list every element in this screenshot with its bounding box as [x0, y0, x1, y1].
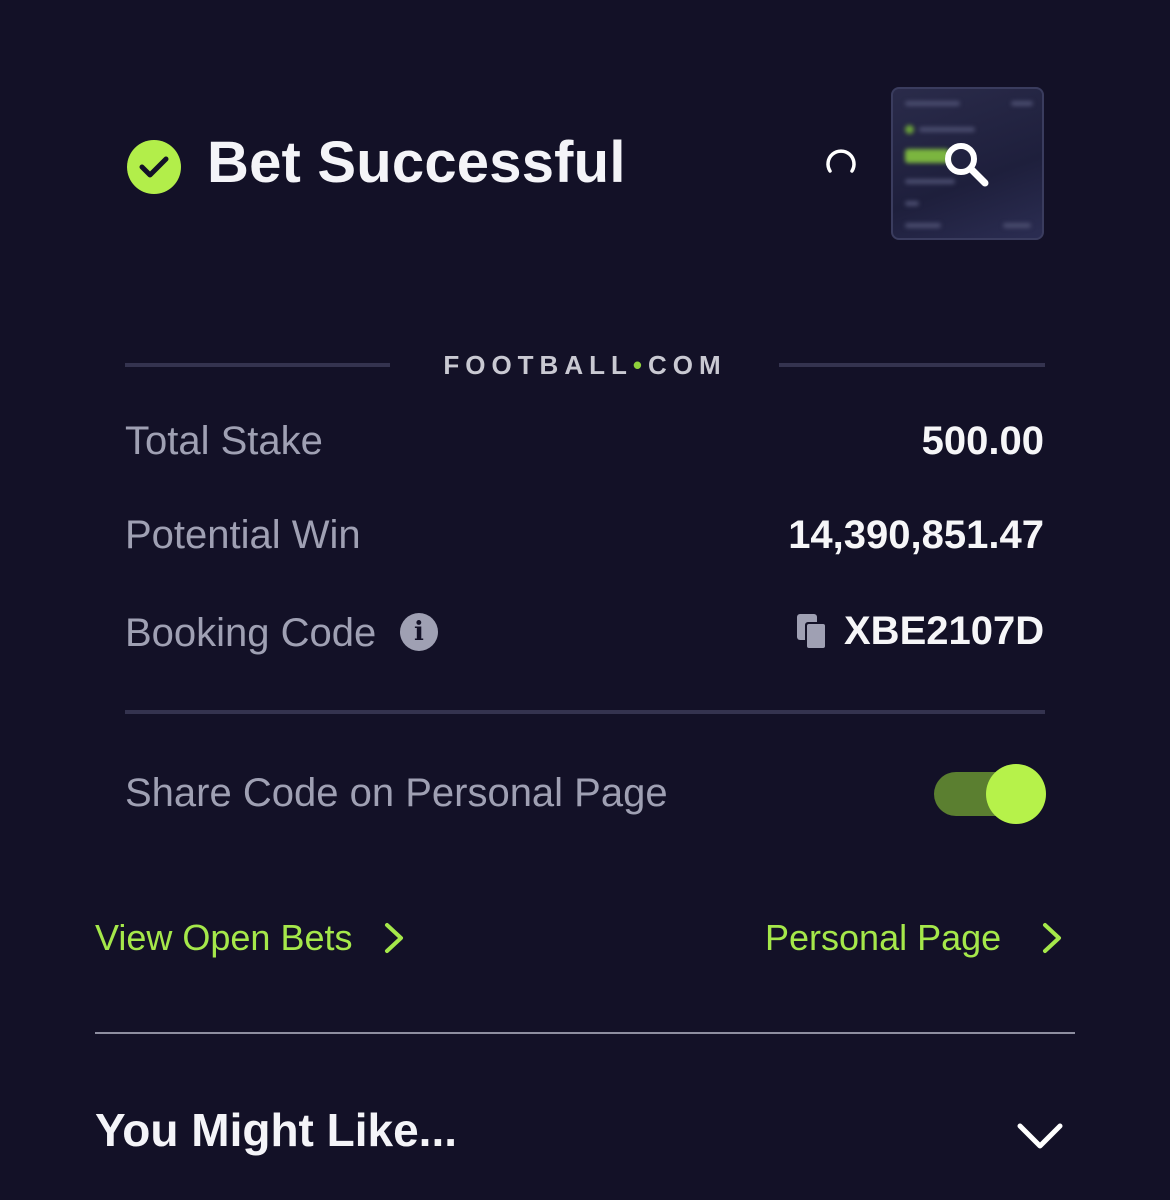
total-stake-value: 500.00: [921, 419, 1044, 463]
share-code-toggle[interactable]: [934, 764, 1046, 824]
personal-page-link[interactable]: Personal Page: [765, 916, 1001, 960]
view-open-bets-link[interactable]: View Open Bets: [95, 916, 352, 960]
chevron-right-icon[interactable]: [382, 921, 406, 955]
share-code-label: Share Code on Personal Page: [125, 771, 668, 815]
bottom-divider: [95, 1032, 1075, 1034]
page-title: Bet Successful: [207, 130, 626, 195]
potential-win-value: 14,390,851.47: [788, 513, 1044, 557]
section-divider: [125, 710, 1045, 714]
toggle-knob: [986, 764, 1046, 824]
spinner-icon: [826, 149, 856, 173]
brand-logo: FOOTBALL•COM: [443, 350, 727, 380]
chevron-down-icon[interactable]: [1016, 1120, 1064, 1152]
potential-win-label: Potential Win: [125, 513, 361, 557]
booking-code-value[interactable]: XBE2107D: [844, 607, 1044, 655]
booking-code-label: Booking Code: [125, 611, 377, 655]
bet-slip-preview-thumbnail[interactable]: [891, 87, 1044, 240]
total-stake-label: Total Stake: [125, 419, 323, 463]
magnifier-icon: [945, 143, 989, 187]
info-icon[interactable]: i: [400, 613, 438, 651]
divider-right: [779, 363, 1045, 367]
recommendations-title[interactable]: You Might Like...: [95, 1102, 457, 1158]
divider-left: [125, 363, 390, 367]
copy-icon[interactable]: [795, 612, 829, 652]
chevron-right-icon[interactable]: [1040, 921, 1064, 955]
success-check-icon: [127, 140, 181, 194]
